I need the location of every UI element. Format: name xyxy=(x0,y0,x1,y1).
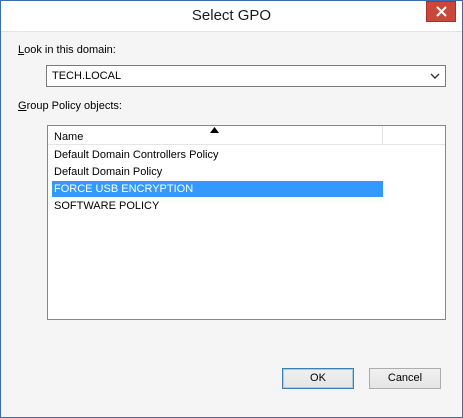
list-item[interactable]: Default Domain Policy xyxy=(52,164,383,180)
list-item-label: Default Domain Policy xyxy=(54,166,163,178)
list-item[interactable]: SOFTWARE POLICY xyxy=(52,198,383,214)
sort-ascending-icon xyxy=(210,127,219,133)
domain-combobox[interactable]: TECH.LOCAL xyxy=(46,65,446,87)
list-item-label: SOFTWARE POLICY xyxy=(54,200,160,212)
title-bar: Select GPO xyxy=(1,1,462,32)
column-header-label: Name xyxy=(54,131,84,143)
chevron-down-icon xyxy=(430,73,440,79)
domain-value: TECH.LOCAL xyxy=(52,70,122,82)
gpo-label-text: roup Policy objects: xyxy=(26,100,122,112)
list-item[interactable]: Default Domain Controllers Policy xyxy=(52,147,383,163)
close-button[interactable] xyxy=(426,1,456,22)
list-item-label: Default Domain Controllers Policy xyxy=(54,149,219,161)
select-gpo-dialog: Select GPO Look in this domain: TECH.LOC… xyxy=(0,0,463,418)
close-icon xyxy=(435,6,447,17)
column-header-filler xyxy=(383,126,445,145)
domain-label-text: ook in this domain: xyxy=(24,44,116,56)
ok-button[interactable]: OK xyxy=(282,368,354,389)
gpo-list[interactable]: Name Default Domain Controllers Policy D… xyxy=(47,125,446,320)
dialog-title: Select GPO xyxy=(191,7,272,24)
gpo-label: Group Policy objects: xyxy=(18,100,122,112)
list-item-label: FORCE USB ENCRYPTION xyxy=(54,183,194,195)
column-header-name[interactable]: Name xyxy=(48,126,383,145)
domain-label: Look in this domain: xyxy=(18,44,116,56)
gpo-label-accelerator: G xyxy=(18,100,27,112)
cancel-button[interactable]: Cancel xyxy=(369,368,441,389)
list-item[interactable]: FORCE USB ENCRYPTION xyxy=(52,181,383,197)
